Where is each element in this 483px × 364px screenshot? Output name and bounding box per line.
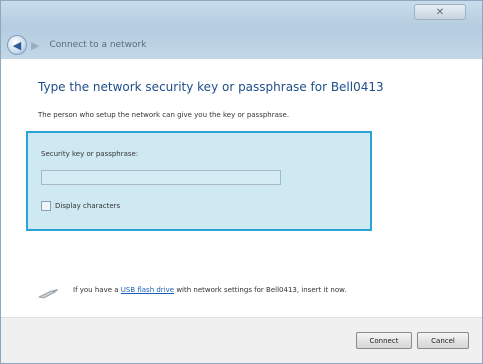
dialog-footer: Connect Cancel [1, 317, 482, 363]
usb-drive-icon [37, 285, 59, 299]
dialog-content: Type the network security key or passphr… [1, 59, 482, 317]
instruction-text: The person who setup the network can giv… [38, 111, 290, 119]
display-characters-label: Display characters [55, 202, 121, 210]
title-bar: ✕ ◀ ▶ Connect to a network [1, 1, 482, 59]
navigation-row: ◀ ▶ Connect to a network [7, 34, 146, 56]
close-button[interactable]: ✕ [414, 4, 466, 20]
connect-dialog-window: ✕ ◀ ▶ Connect to a network Type the netw… [0, 0, 483, 364]
page-heading: Type the network security key or passphr… [38, 80, 384, 94]
usb-hint-text: If you have a USB flash drive with netwo… [73, 286, 346, 294]
usb-flash-drive-link[interactable]: USB flash drive [121, 286, 174, 294]
forward-arrow-icon: ▶ [31, 38, 40, 52]
display-characters-checkbox[interactable] [41, 201, 51, 211]
display-characters-option[interactable]: Display characters [41, 201, 120, 211]
security-key-label: Security key or passphrase: [41, 150, 139, 158]
security-key-input[interactable] [41, 170, 281, 185]
connect-button[interactable]: Connect [356, 332, 412, 349]
close-icon: ✕ [435, 6, 445, 18]
window-nav-title: Connect to a network [49, 40, 147, 50]
back-arrow-icon: ◀ [12, 38, 22, 52]
security-key-panel: Security key or passphrase: Display char… [26, 131, 372, 231]
usb-hint-row: If you have a USB flash drive with netwo… [37, 285, 346, 299]
cancel-button[interactable]: Cancel [417, 332, 469, 349]
back-button[interactable]: ◀ [7, 35, 27, 55]
usb-hint-suffix: with network settings for Bell0413, inse… [174, 286, 347, 294]
usb-hint-prefix: If you have a [73, 286, 121, 294]
